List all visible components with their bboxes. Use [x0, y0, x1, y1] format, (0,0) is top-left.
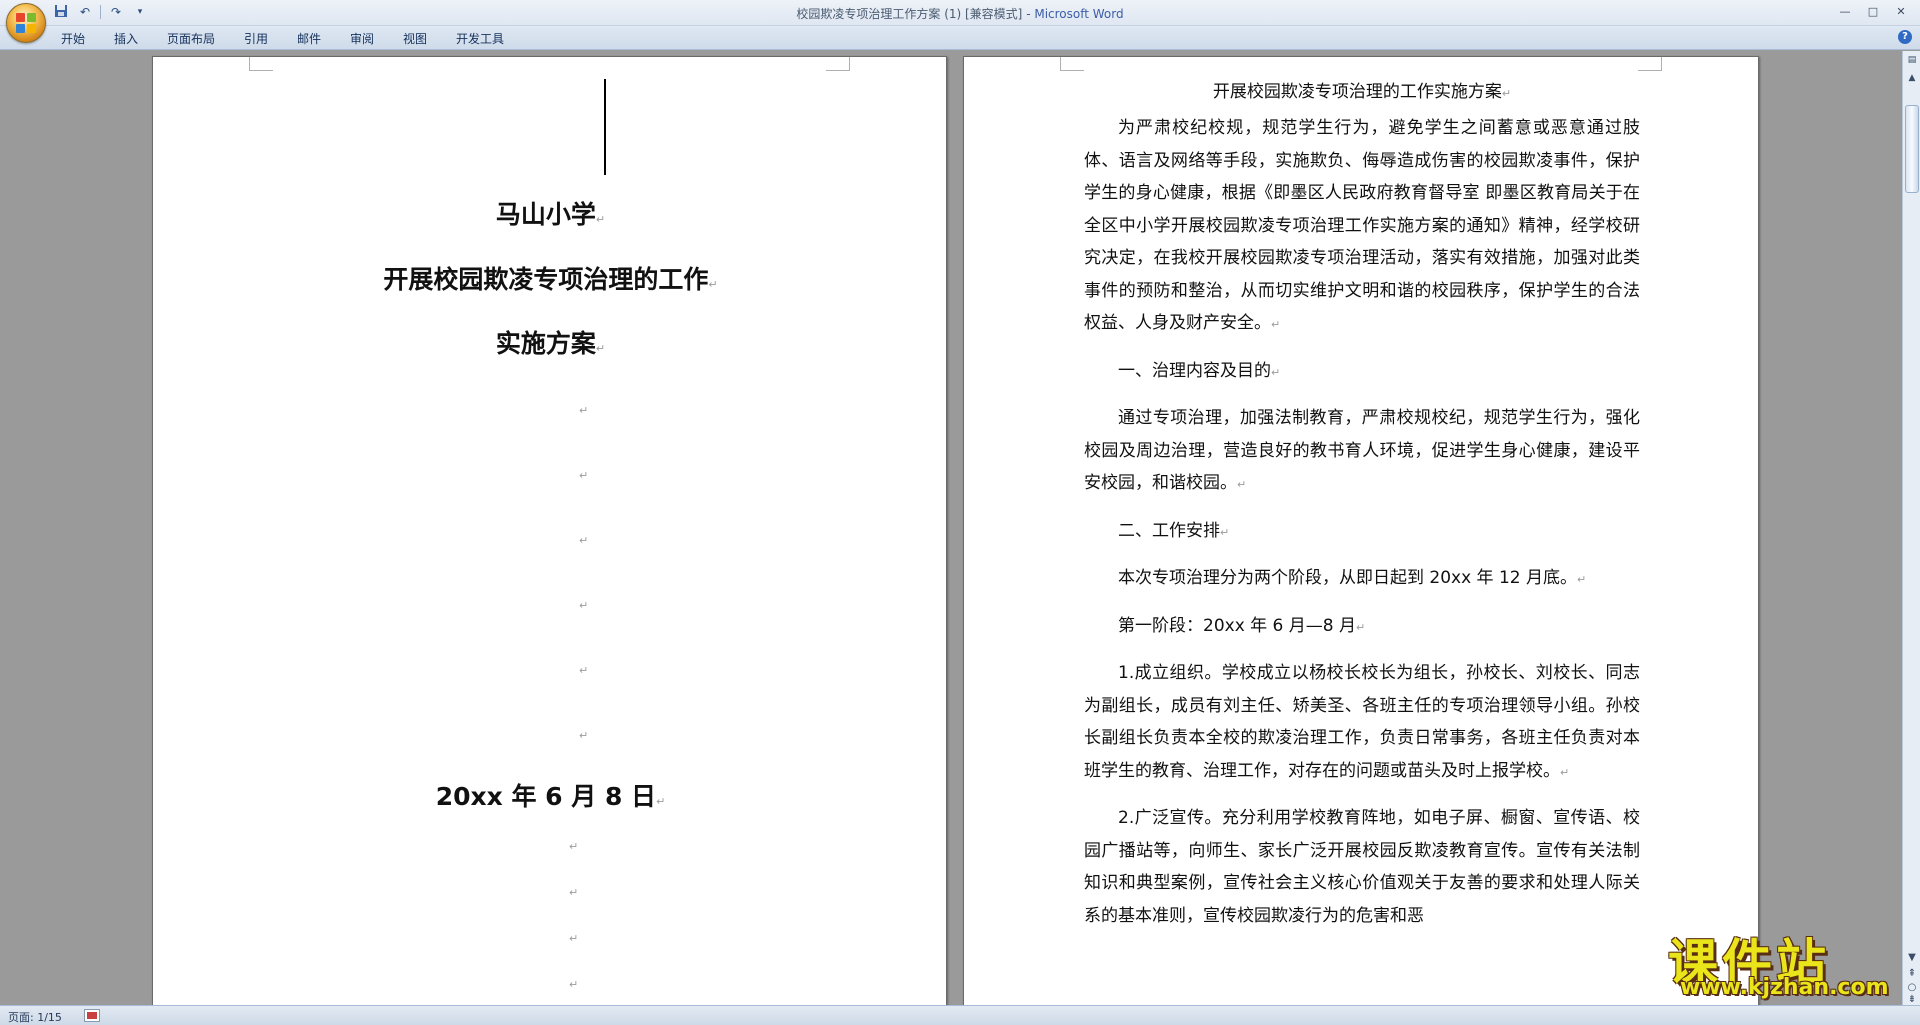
tab-review[interactable]: 审阅 — [350, 30, 374, 47]
app-name: Microsoft Word — [1034, 7, 1124, 21]
quick-access-toolbar: ↶ ↷ ▾ — [52, 4, 149, 20]
page-cover[interactable]: 马山小学↵ 开展校园欺凌专项治理的工作↵ 实施方案↵ ↵ ↵ ↵ ↵ ↵ ↵ 2… — [152, 56, 947, 1005]
school-name: 马山小学↵ — [495, 200, 606, 229]
vertical-scrollbar[interactable]: ▤ ▲ ▼ ⇞ ○ ⇟ — [1902, 51, 1920, 1005]
paragraph-mark: ↵ — [569, 978, 579, 991]
paragraph-mark: ↵ — [579, 664, 589, 677]
cover-date: 20xx 年 6 月 8 日↵ — [435, 782, 666, 811]
cover-title-line2: 实施方案↵ — [495, 329, 606, 358]
scroll-thumb[interactable] — [1905, 105, 1919, 193]
office-button[interactable] — [6, 3, 46, 43]
window-controls: — □ ✕ — [1832, 3, 1914, 21]
scroll-down-icon[interactable]: ▼ — [1905, 951, 1919, 965]
watermark-logo: 课件站 www.kjzhan.com — [1668, 923, 1900, 1003]
scroll-up-icon[interactable]: ▲ — [1905, 71, 1919, 85]
crop-mark — [1060, 57, 1084, 71]
tab-view[interactable]: 视图 — [403, 30, 427, 47]
paragraph: 1.成立组织。学校成立以杨校长校长为组长，孙校长、刘校长、同志为副组长，成员有刘… — [1084, 663, 1640, 781]
paragraph-mark: ↵ — [569, 886, 579, 899]
redo-icon[interactable]: ↷ — [107, 4, 125, 20]
status-bar: 页面: 1/15 — [0, 1005, 1920, 1025]
tab-insert[interactable]: 插入 — [114, 30, 138, 47]
proofing-icon[interactable] — [84, 1009, 100, 1022]
paragraph-mark: ↵ — [579, 534, 589, 547]
tab-page-layout[interactable]: 页面布局 — [167, 30, 215, 47]
section-heading: 二、工作安排↵ — [1118, 520, 1230, 541]
crop-mark — [826, 57, 850, 71]
paragraph-mark: ↵ — [569, 840, 579, 853]
page-body[interactable]: 开展校园欺凌专项治理的工作实施方案↵ 为严肃校纪校规，规范学生行为，避免学生之间… — [963, 56, 1759, 1005]
paragraph: 本次专项治理分为两个阶段，从即日起到 20xx 年 12 月底。↵ — [1118, 568, 1587, 588]
ruler-toggle-icon[interactable]: ▤ — [1905, 53, 1919, 67]
document-title: 开展校园欺凌专项治理的工作实施方案↵ — [1212, 82, 1512, 102]
undo-icon[interactable]: ↶ — [76, 4, 94, 20]
close-button[interactable]: ✕ — [1888, 3, 1914, 21]
office-logo-icon — [16, 13, 38, 35]
paragraph: 通过专项治理，加强法制教育，严肃校规校纪，规范学生行为，强化校园及周边治理，营造… — [1084, 408, 1640, 493]
text-cursor — [604, 79, 606, 175]
paragraph-intro: 为严肃校纪校规，规范学生行为，避免学生之间蓄意或恶意通过肢体、语言及网络等手段，… — [1084, 118, 1640, 333]
maximize-button[interactable]: □ — [1860, 3, 1886, 21]
toolbar-divider — [100, 5, 101, 19]
title-bar: 校园欺凌专项治理工作方案 (1) [兼容模式] - Microsoft Word… — [0, 0, 1920, 26]
paragraph: 2.广泛宣传。充分利用学校教育阵地，如电子屏、橱窗、宣传语、校园广播站等，向师生… — [1084, 808, 1640, 926]
paragraph-mark: ↵ — [579, 599, 589, 612]
previous-page-icon[interactable]: ⇞ — [1905, 967, 1919, 981]
document-area: 马山小学↵ 开展校园欺凌专项治理的工作↵ 实施方案↵ ↵ ↵ ↵ ↵ ↵ ↵ 2… — [0, 51, 1902, 1005]
watermark-url: www.kjzhan.com — [1680, 975, 1889, 1000]
window-title: 校园欺凌专项治理工作方案 (1) [兼容模式] - Microsoft Word — [0, 5, 1920, 22]
document-name: 校园欺凌专项治理工作方案 (1) [兼容模式] — [796, 7, 1023, 21]
page-indicator[interactable]: 页面: 1/15 — [8, 1009, 62, 1025]
tab-mailings[interactable]: 邮件 — [297, 30, 321, 47]
paragraph-mark: ↵ — [569, 932, 579, 945]
paragraph: 第一阶段：20xx 年 6 月—8 月↵ — [1118, 615, 1366, 636]
section-heading: 一、治理内容及目的↵ — [1118, 360, 1281, 381]
tab-references[interactable]: 引用 — [244, 30, 268, 47]
help-icon[interactable]: ? — [1898, 30, 1912, 44]
tab-developer[interactable]: 开发工具 — [456, 30, 504, 47]
title-separator: - — [1022, 7, 1035, 21]
ribbon-tabs: 开始 插入 页面布局 引用 邮件 审阅 视图 开发工具 — [0, 26, 1920, 50]
minimize-button[interactable]: — — [1832, 3, 1858, 21]
crop-mark — [1638, 57, 1662, 71]
save-icon[interactable] — [52, 4, 70, 20]
cover-title-line1: 开展校园欺凌专项治理的工作↵ — [383, 265, 718, 294]
paragraph-mark: ↵ — [579, 729, 589, 742]
tab-home[interactable]: 开始 — [61, 30, 85, 47]
body-text: 开展校园欺凌专项治理的工作实施方案↵ 为严肃校纪校规，规范学生行为，避免学生之间… — [1084, 72, 1640, 945]
customize-icon[interactable]: ▾ — [131, 4, 149, 20]
paragraph-mark: ↵ — [579, 404, 589, 417]
paragraph-mark: ↵ — [579, 469, 589, 482]
crop-mark — [249, 57, 273, 71]
